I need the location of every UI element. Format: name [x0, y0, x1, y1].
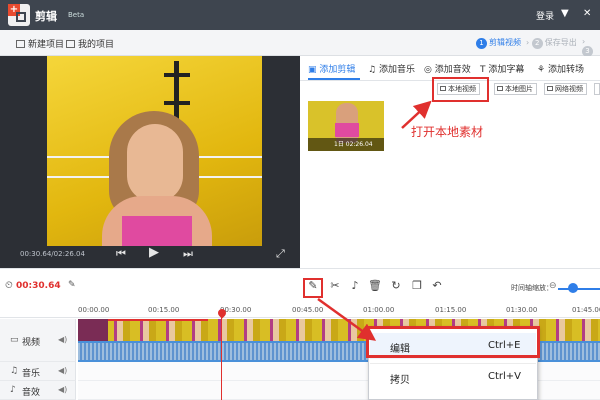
beta-badge: Beta — [68, 11, 85, 19]
step-number: 2 — [531, 38, 543, 49]
pencil-highlight — [303, 278, 323, 298]
current-time: 00:30.64 — [16, 281, 61, 291]
tab-label: 添加转场 — [547, 65, 584, 75]
local-video-highlight — [432, 77, 489, 102]
tab-label: 添加剪辑 — [319, 65, 356, 75]
step-label: 剪辑视频 — [489, 38, 521, 47]
timeline-toolbar: ⏲ 00:30.64 ✎ ✎ ✂ ♪ 🗑 ↻ ❐ ↶ 时间轴缩放： ⊖ — [0, 268, 600, 304]
web-video-icon — [547, 86, 553, 91]
annotation-open-local: 打开本地素材 — [411, 125, 484, 139]
tab-add-music[interactable]: ♫ 添加音乐 — [368, 62, 415, 75]
person-face — [127, 124, 183, 202]
my-projects-label: 我的项目 — [78, 40, 115, 50]
scissors-icon[interactable]: ✂ — [327, 278, 343, 294]
video-track-icon: ▭ — [10, 335, 19, 345]
online-video-label: 网络视频 — [555, 85, 583, 93]
zoom-slider[interactable] — [558, 288, 600, 290]
tab-label: 添加字幕 — [488, 65, 525, 75]
new-project-button[interactable]: 新建项目 — [16, 37, 64, 50]
local-image-button[interactable]: 本地图片 — [494, 83, 537, 95]
step-three[interactable]: › 3 — [582, 37, 600, 57]
ruler-tick: 01:30.00 — [506, 306, 538, 314]
tab-label: 添加音效 — [434, 65, 471, 75]
speaker-icon[interactable]: ◀) — [58, 366, 67, 375]
zoom-out-icon[interactable]: ⊖ — [549, 281, 557, 291]
image-file-icon — [497, 86, 503, 91]
sfx-icon: ♪ — [10, 385, 16, 395]
music-track-label: ♫ 音乐 ◀) — [0, 362, 76, 381]
speaker-icon[interactable]: ◀) — [58, 385, 67, 394]
ruler-tick: 00:00.00 — [78, 306, 110, 314]
menu-item-shortcut: Ctrl+V — [488, 371, 522, 382]
edit-time-icon[interactable]: ✎ — [68, 280, 76, 290]
pink-top — [122, 216, 192, 246]
thumbnail-caption: 1日 02:26.04 — [308, 138, 384, 151]
video-track-name: 视频 — [22, 338, 41, 348]
step-label: 保存导出 — [544, 38, 577, 47]
menu-item-copy[interactable]: 拷贝 Ctrl+V — [370, 364, 536, 390]
bell-icon[interactable]: ♪ — [347, 278, 363, 294]
menu-item-label: 拷贝 — [390, 375, 410, 386]
title-bar: + 剪辑 Beta 登录 ▼ ✕ — [0, 0, 600, 30]
copy-icon[interactable]: ❐ — [409, 278, 425, 294]
prev-frame-icon[interactable]: ⏮ — [116, 247, 126, 261]
video-frame — [47, 56, 262, 246]
folder-icon — [66, 40, 75, 48]
app-title: 剪辑 — [35, 10, 57, 23]
sfx-track-name: 音效 — [22, 388, 41, 398]
fullscreen-icon[interactable]: ⤢ — [276, 247, 285, 261]
player-timecode: 00:30.64/02:26.04 — [20, 250, 85, 258]
next-frame-icon[interactable]: ⏭ — [183, 247, 193, 261]
menu-bar: 新建项目 我的项目 1 剪辑视频 › 2 保存导出 › 3 — [0, 30, 600, 57]
my-projects-button[interactable]: 我的项目 — [66, 37, 114, 50]
tab-add-transition[interactable]: ⚘ 添加转场 — [537, 62, 584, 75]
thumbnail-duration: 02:26.04 — [345, 141, 373, 148]
new-project-label: 新建项目 — [28, 40, 65, 50]
local-image-label: 本地图片 — [505, 85, 533, 93]
tab-label: 添加音乐 — [378, 65, 415, 75]
video-preview-panel: 00:30.64/02:26.04 ⏮ ▶ ⏭ ⤢ — [0, 56, 300, 268]
edit-item-highlight — [366, 326, 540, 358]
ruler-tick: 01:15.00 — [435, 306, 467, 314]
tab-add-clip[interactable]: ▣ 添加剪辑 — [308, 62, 355, 75]
trash-icon[interactable]: 🗑 — [367, 278, 383, 294]
app-logo: + — [8, 4, 30, 26]
playhead-line — [221, 316, 222, 400]
ruler-tick: 00:15.00 — [148, 306, 180, 314]
loop-icon[interactable]: ↻ — [388, 278, 404, 294]
step-edit-video[interactable]: 1 剪辑视频 — [476, 37, 521, 49]
music-track-name: 音乐 — [22, 369, 41, 379]
tab-add-sfx[interactable]: ◎ 添加音效 — [424, 62, 471, 75]
speaker-icon[interactable]: ◀) — [58, 335, 67, 344]
media-thumbnail[interactable]: 1日 02:26.04 — [308, 101, 384, 151]
undo-icon[interactable]: ↶ — [429, 278, 445, 294]
ruler-tick: 00:45.00 — [292, 306, 324, 314]
close-icon[interactable]: ✕ — [583, 8, 591, 20]
video-track-label: ▭ 视频 ◀) — [0, 319, 76, 362]
dropdown-icon[interactable]: ▼ — [561, 8, 569, 20]
step-number: 1 — [476, 38, 487, 49]
online-video-button[interactable]: 网络视频 — [544, 83, 587, 95]
clock-icon: ⏲ — [5, 280, 13, 291]
zoom-label: 时间轴缩放： — [511, 284, 553, 292]
login-link[interactable]: 登录 — [536, 9, 554, 22]
timeline-ruler[interactable]: 00:00.00 00:15.00 00:30.00 00:45.00 01:0… — [0, 304, 600, 318]
ruler-tick: 01:45.00 — [572, 306, 600, 314]
tab-add-subtitle[interactable]: T 添加字幕 — [480, 62, 524, 75]
thumbnail-index: 1日 — [334, 141, 344, 148]
new-file-icon — [16, 40, 25, 48]
step-export[interactable]: › 2 保存导出 — [526, 37, 577, 49]
ruler-tick: 01:00.00 — [363, 306, 395, 314]
music-note-icon: ♫ — [10, 366, 19, 376]
play-icon[interactable]: ▶ — [149, 245, 159, 260]
sfx-track-label: ♪ 音效 ◀) — [0, 381, 76, 400]
more-source-button[interactable] — [594, 83, 600, 95]
zoom-slider-knob[interactable] — [568, 283, 578, 293]
resource-panel: ▣ 添加剪辑 ♫ 添加音乐 ◎ 添加音效 T 添加字幕 ⚘ 添加转场 本地视频 … — [300, 56, 600, 268]
